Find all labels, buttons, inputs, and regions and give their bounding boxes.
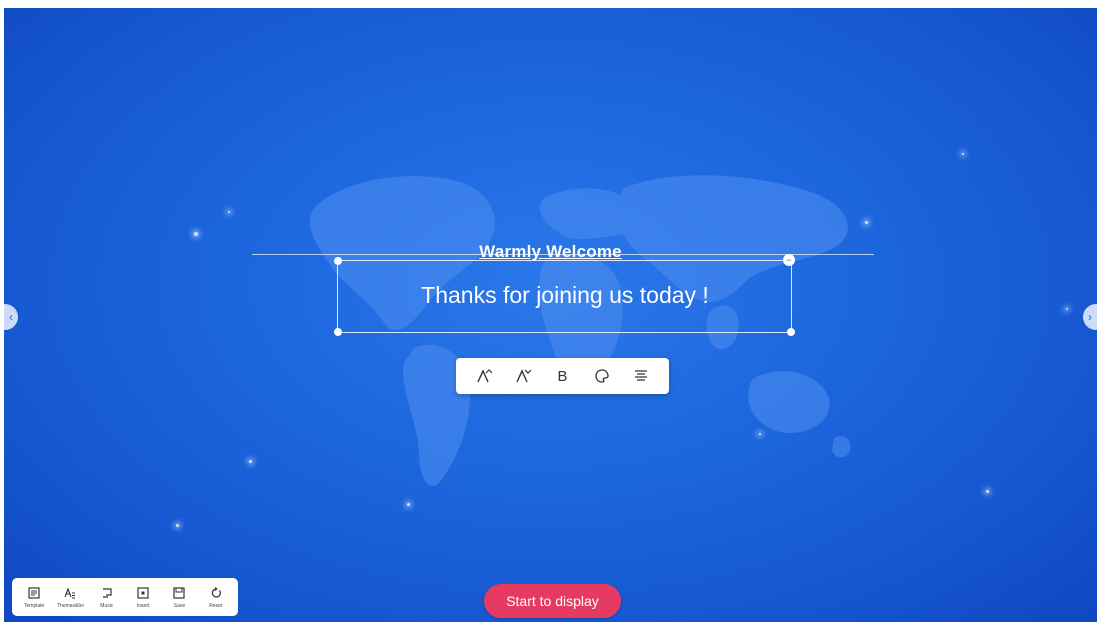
star-decoration [407, 503, 410, 506]
save-icon [173, 586, 186, 599]
bottom-toolbar: Template Themes&bo Music Insert Save Res… [12, 578, 238, 616]
insert-label: Insert [136, 602, 150, 609]
left-panel-toggle[interactable]: ‹ [4, 304, 18, 330]
themes-label: Themes&bo [57, 602, 84, 609]
right-panel-toggle[interactable]: › [1083, 304, 1097, 330]
welcome-title[interactable]: Warmly Welcome [4, 242, 1097, 262]
font-size-decrease-icon [516, 369, 532, 383]
themes-icon [64, 586, 76, 598]
resize-handle-top-left[interactable] [334, 257, 342, 265]
star-decoration [1066, 308, 1068, 310]
delete-handle-icon[interactable]: − [783, 254, 795, 266]
star-decoration [759, 433, 761, 435]
color-palette-icon [595, 369, 609, 383]
font-size-decrease-button[interactable] [510, 363, 536, 389]
text-format-toolbar: B [456, 358, 669, 394]
music-label: Music [100, 602, 114, 609]
font-size-increase-icon [477, 369, 492, 383]
canvas-background: ‹ › Warmly Welcome − Thanks for joining … [4, 8, 1097, 622]
star-decoration [249, 460, 252, 463]
resize-handle-bottom-left[interactable] [334, 328, 342, 336]
template-icon [28, 586, 40, 599]
save-button[interactable]: Save [163, 586, 196, 609]
bold-icon: B [557, 367, 568, 385]
align-button[interactable] [628, 363, 654, 389]
music-button[interactable]: Music [90, 586, 123, 609]
star-decoration [194, 232, 198, 236]
star-decoration [986, 490, 989, 493]
bold-button[interactable]: B [549, 363, 575, 389]
themes-button[interactable]: Themes&bo [54, 586, 87, 609]
resize-handle-bottom-right[interactable] [787, 328, 795, 336]
star-decoration [865, 221, 868, 224]
music-icon [102, 587, 112, 598]
reset-button[interactable]: Reset [199, 586, 232, 609]
save-label: Save [173, 602, 186, 609]
template-button[interactable]: Template [18, 586, 51, 609]
color-button[interactable] [589, 363, 615, 389]
start-display-button[interactable]: Start to display [484, 584, 621, 618]
star-decoration [176, 524, 179, 527]
chevron-left-icon: ‹ [9, 310, 13, 324]
insert-button[interactable]: Insert [127, 586, 160, 609]
reset-icon [211, 586, 221, 598]
template-label: Template [24, 602, 45, 609]
star-decoration [228, 211, 230, 213]
align-icon [635, 370, 648, 381]
reset-label: Reset [209, 602, 223, 609]
font-size-increase-button[interactable] [471, 363, 497, 389]
message-text[interactable]: Thanks for joining us today ! [337, 282, 793, 309]
insert-icon [137, 586, 149, 599]
star-decoration [962, 153, 964, 155]
chevron-right-icon: › [1088, 310, 1092, 324]
